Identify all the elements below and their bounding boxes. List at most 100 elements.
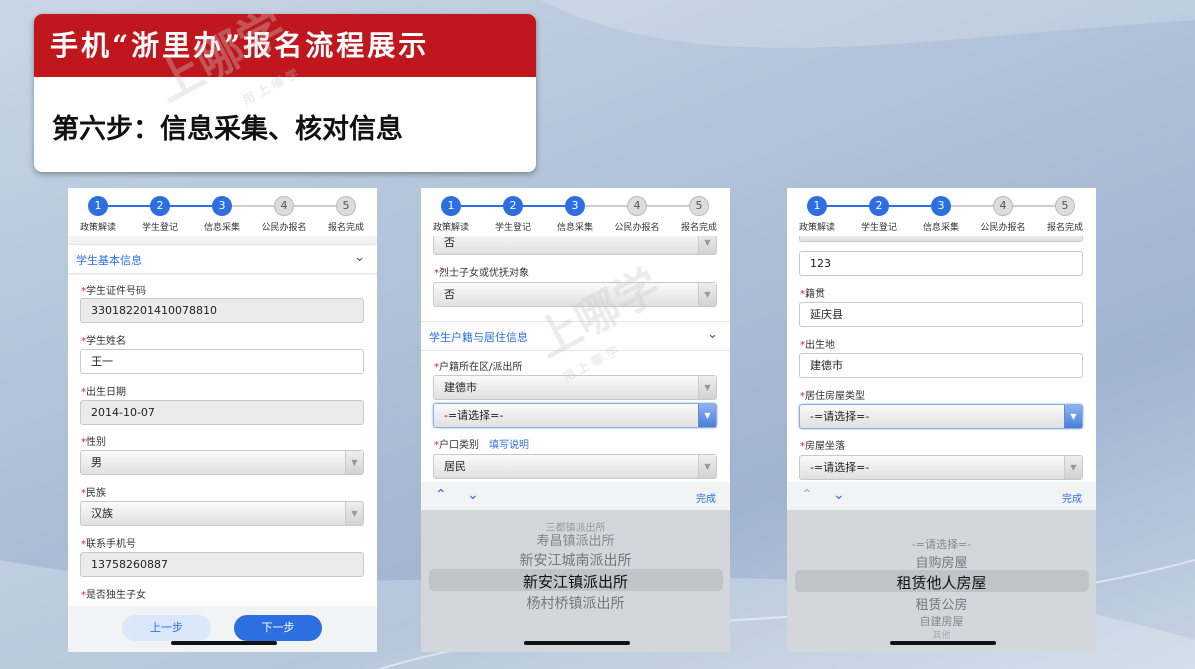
step-label: 报名完成 bbox=[680, 223, 717, 233]
picker-option[interactable]: 杨村桥镇派出所 bbox=[421, 593, 730, 613]
chevron-down-icon[interactable]: ⌄ bbox=[467, 487, 479, 503]
huji-district-select[interactable]: 建德市 ▼ bbox=[433, 375, 717, 400]
picker-toolbar: ⌃ ⌄ 完成 bbox=[421, 486, 730, 508]
home-indicator bbox=[890, 641, 996, 645]
ethnic-select[interactable]: 汉族 ▼ bbox=[80, 501, 364, 526]
dropdown-arrow-icon: ▼ bbox=[698, 283, 716, 306]
picker-option-selected[interactable]: 租赁他人房屋 bbox=[787, 572, 1096, 593]
picker-option[interactable]: 租赁公房 bbox=[787, 594, 1096, 613]
birth-label: *出生日期 bbox=[81, 387, 126, 398]
top-value-field[interactable]: 123 bbox=[799, 251, 1083, 276]
martyr-select[interactable]: 否 ▼ bbox=[433, 282, 717, 307]
house-loc-select[interactable]: -=请选择=- ▼ bbox=[799, 455, 1083, 480]
step-number: 1 bbox=[441, 196, 461, 216]
step-label: 学生登记 bbox=[141, 223, 178, 233]
dropdown-arrow-icon: ▼ bbox=[345, 502, 363, 525]
step-number: 3 bbox=[565, 196, 585, 216]
step-number: 1 bbox=[88, 196, 108, 216]
step-2: 2 学生登记 bbox=[483, 196, 543, 233]
step-number: 2 bbox=[869, 196, 889, 216]
picker-option[interactable]: -=请选择=- bbox=[787, 536, 1096, 552]
page-title: 手机“浙里办”报名流程展示 bbox=[34, 14, 536, 77]
step-label: 政策解读 bbox=[432, 223, 469, 233]
id-number-field[interactable]: 330182201410078810 bbox=[80, 298, 364, 323]
step-label: 信息采集 bbox=[203, 223, 240, 233]
picker-option-selected[interactable]: 新安江镇派出所 bbox=[421, 571, 730, 592]
progress-steps: 1 政策解读 2 学生登记 3 信息采集 4 公民办报名 5 报名完成 bbox=[68, 188, 377, 236]
step-label: 公民办报名 bbox=[614, 223, 660, 233]
step-label: 公民办报名 bbox=[980, 223, 1026, 233]
step-number: 1 bbox=[807, 196, 827, 216]
prev-step-button[interactable]: 上一步 bbox=[122, 615, 211, 641]
step-label: 政策解读 bbox=[79, 223, 116, 233]
step-number: 4 bbox=[993, 196, 1013, 216]
only-child-label: *是否独生子女 bbox=[81, 590, 146, 601]
phone-screen-residence: 否 ▼ 1 政策解读 2 学生登记 3 信息采集 4 公民办报名 5 报名完成 *烈士子女或优抚对象… bbox=[421, 188, 730, 652]
picker-option[interactable]: 自建房屋 bbox=[787, 613, 1096, 629]
step-label: 政策解读 bbox=[798, 223, 835, 233]
jiguan-field[interactable]: 延庆县 bbox=[799, 302, 1083, 327]
hukou-select[interactable]: 居民 ▼ bbox=[433, 454, 717, 479]
dropdown-arrow-icon: ▼ bbox=[698, 376, 716, 399]
bottom-bar bbox=[68, 606, 377, 652]
step-number: 5 bbox=[336, 196, 356, 216]
house-type-picker[interactable]: -=请选择=- 自购房屋 租赁他人房屋 租赁公房 自建房屋 其他 bbox=[787, 510, 1096, 652]
picker-done-button[interactable]: 完成 bbox=[696, 490, 716, 505]
house-type-select[interactable]: -=请选择=- ▼ bbox=[799, 404, 1083, 429]
section-header-basic-info[interactable]: 学生基本信息 ⌄ bbox=[68, 244, 377, 274]
picker-option[interactable]: 其他 bbox=[787, 628, 1096, 641]
house-type-label: *居住房屋类型 bbox=[800, 391, 865, 402]
dropdown-arrow-icon: ▼ bbox=[698, 455, 716, 478]
id-label: *学生证件号码 bbox=[81, 286, 146, 297]
progress-steps: 1 政策解读 2 学生登记 3 信息采集 4 公民办报名 5 报名完成 bbox=[421, 188, 730, 236]
dropdown-arrow-icon: ▼ bbox=[1064, 456, 1082, 479]
section-title: 学生基本信息 bbox=[76, 254, 142, 267]
picker-option[interactable]: 寿昌镇派出所 bbox=[421, 530, 730, 549]
step-5: 5 报名完成 bbox=[316, 196, 376, 233]
phone-field[interactable]: 13758260887 bbox=[80, 552, 364, 577]
dropdown-arrow-icon: ▼ bbox=[345, 451, 363, 474]
step-1: 1 政策解读 bbox=[421, 196, 481, 233]
step-3: 3 信息采集 bbox=[911, 196, 971, 233]
picker-option[interactable]: 新安江城南派出所 bbox=[421, 550, 730, 570]
chevron-up-icon[interactable]: ⌃ bbox=[435, 487, 447, 503]
birthplace-field[interactable]: 建德市 bbox=[799, 353, 1083, 378]
name-label: *学生姓名 bbox=[81, 336, 126, 347]
martyr-label: *烈士子女或优抚对象 bbox=[434, 268, 529, 279]
step-label: 报名完成 bbox=[327, 223, 364, 233]
page-subtitle: 第六步：信息采集、核对信息 bbox=[52, 114, 403, 145]
step-4: 4 公民办报名 bbox=[254, 196, 314, 233]
huji-label: *户籍所在区/派出所 bbox=[434, 362, 523, 373]
home-indicator bbox=[524, 641, 630, 645]
birth-date-field[interactable]: 2014-10-07 bbox=[80, 400, 364, 425]
gender-select[interactable]: 男 ▼ bbox=[80, 450, 364, 475]
gender-label: *性别 bbox=[81, 437, 106, 448]
chevron-down-icon[interactable]: ⌄ bbox=[707, 327, 718, 342]
section-title: 学生户籍与居住信息 bbox=[429, 331, 528, 344]
chevron-down-icon[interactable]: ⌄ bbox=[833, 487, 845, 503]
next-step-button[interactable]: 下一步 bbox=[234, 615, 322, 641]
chevron-down-icon[interactable]: ⌄ bbox=[354, 250, 365, 265]
birthplace-label: *出生地 bbox=[800, 340, 835, 351]
station-picker[interactable]: 三都镇派出所 寿昌镇派出所 新安江城南派出所 新安江镇派出所 杨村桥镇派出所 bbox=[421, 510, 730, 652]
name-field[interactable]: 王一 bbox=[80, 349, 364, 374]
picker-done-button[interactable]: 完成 bbox=[1062, 490, 1082, 505]
step-5: 5 报名完成 bbox=[1035, 196, 1095, 233]
step-5: 5 报名完成 bbox=[669, 196, 729, 233]
chevron-up-icon[interactable]: ⌃ bbox=[801, 487, 813, 503]
dropdown-arrow-icon: ▼ bbox=[1064, 405, 1082, 428]
huji-station-select[interactable]: -=请选择=- ▼ bbox=[433, 403, 717, 428]
step-number: 4 bbox=[627, 196, 647, 216]
fill-instructions-link[interactable]: 填写说明 bbox=[489, 440, 529, 451]
dropdown-arrow-icon: ▼ bbox=[698, 404, 716, 427]
step-number: 4 bbox=[274, 196, 294, 216]
step-1: 1 政策解读 bbox=[787, 196, 847, 233]
step-2: 2 学生登记 bbox=[130, 196, 190, 233]
step-number: 3 bbox=[212, 196, 232, 216]
phone-label: *联系手机号 bbox=[81, 539, 136, 550]
step-label: 学生登记 bbox=[494, 223, 531, 233]
picker-option[interactable]: 自购房屋 bbox=[787, 552, 1096, 571]
section-header-residence[interactable]: 学生户籍与居住信息 ⌄ bbox=[421, 321, 730, 351]
hukou-label: *户口类别 填写说明 bbox=[434, 440, 529, 451]
step-number: 3 bbox=[931, 196, 951, 216]
